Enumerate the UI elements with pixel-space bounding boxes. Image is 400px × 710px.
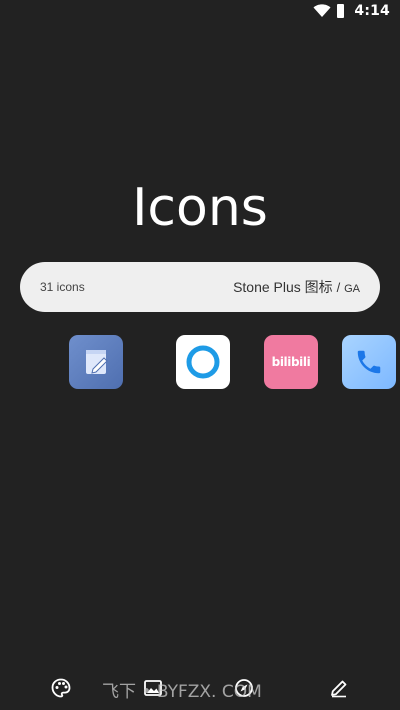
battery-icon (337, 4, 345, 18)
pack-info: Stone Plus 图标 / GA (233, 277, 360, 297)
pack-name: Stone Plus 图标 (233, 279, 333, 295)
pack-tag: GA (344, 283, 360, 295)
status-bar: 4:14 (0, 0, 400, 26)
palette-icon[interactable] (50, 677, 72, 699)
pack-separator: / (336, 280, 341, 295)
wifi-icon (313, 4, 331, 18)
status-right: 4:14 (313, 3, 390, 19)
circle-app-icon[interactable] (176, 335, 230, 389)
bilibili-app-icon[interactable]: bilibili (264, 335, 318, 389)
notes-app-icon[interactable] (69, 335, 123, 389)
phone-app-icon[interactable] (342, 335, 396, 389)
edit-icon[interactable] (328, 677, 350, 699)
icon-pack-info-bar[interactable]: 31 icons Stone Plus 图标 / GA (20, 262, 380, 312)
page-title: Icons (132, 178, 268, 238)
icon-preview-row: bilibili (0, 335, 400, 389)
watermark-text: 飞下 • BYFZX. COM (102, 682, 262, 702)
status-time: 4:14 (354, 3, 390, 19)
icon-count: 31 icons (40, 280, 85, 294)
bilibili-logo-text: bilibili (271, 355, 311, 369)
